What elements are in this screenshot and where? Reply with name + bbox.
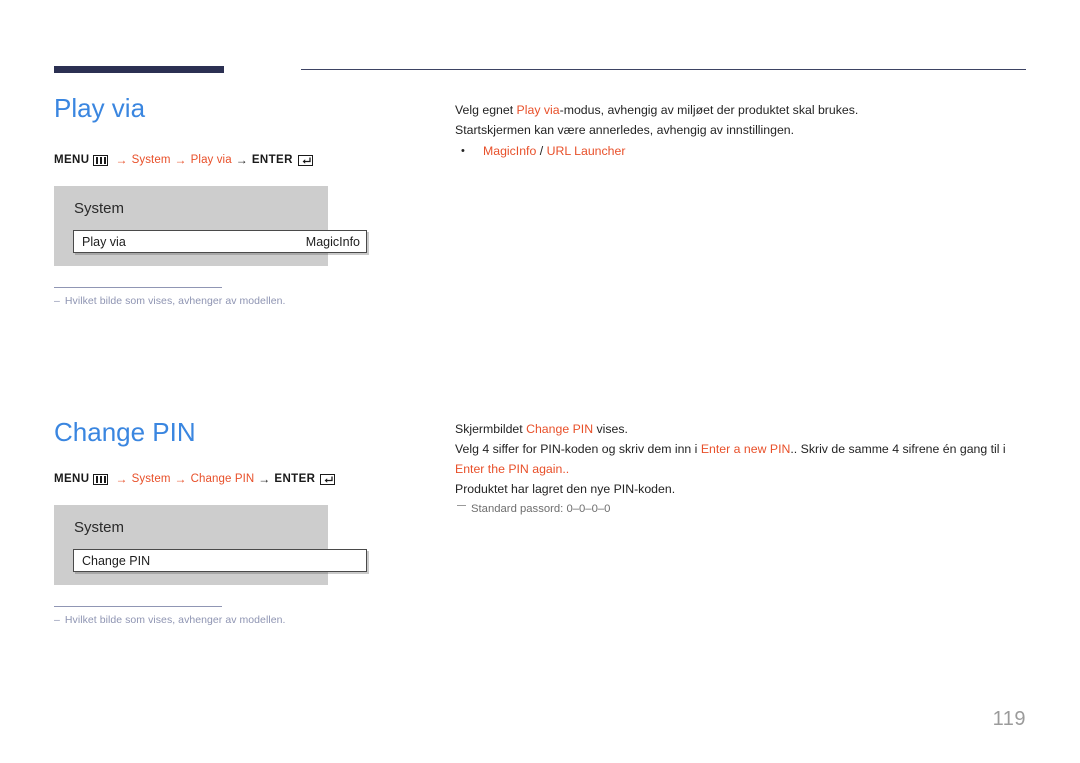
page-number: 119 — [992, 708, 1026, 730]
menu-path-play-via: MENU → System → Play via → ENTER — [54, 153, 444, 167]
menu-path-step-change-pin: Change PIN — [190, 473, 255, 485]
note-dash-icon — [457, 505, 466, 506]
pin-line-3: Produktet har lagret den nye PIN-koden. — [455, 482, 676, 496]
header-rule-thick — [54, 66, 224, 73]
footnote-text: Hvilket bilde som vises, avhenger av mod… — [64, 295, 286, 307]
header-rule-thin — [301, 69, 1026, 70]
section-change-pin-left: Change PIN — [54, 418, 444, 447]
pin-line-1-post: vises. — [593, 422, 628, 436]
body-line-1-pre: Velg egnet — [455, 103, 517, 117]
osd-row-change-pin[interactable]: Change PIN — [73, 549, 367, 572]
bullet-option-magicinfo: MagicInfo — [483, 144, 537, 158]
page-title-play-via: Play via — [54, 93, 146, 123]
footnote-change-pin: – Hvilket bilde som vises, avhenger av mo… — [54, 606, 285, 626]
menu-path-step-system-2: System — [131, 473, 171, 485]
footnote-rule — [54, 287, 222, 288]
menu-path-arrow-1: → — [115, 153, 128, 167]
page-title-change-pin: Change PIN — [54, 417, 196, 447]
pin-field-enter-the-pin-again: Enter the PIN again — [455, 462, 563, 476]
pin-field-enter-a-new-pin: Enter a new PIN — [700, 442, 791, 456]
bullet-dot-icon: • — [461, 145, 465, 157]
menu-path-menu-label-2: MENU — [54, 473, 90, 485]
menu-path-arrow-1-2: → — [115, 472, 128, 486]
footnote-dash-2: – — [54, 614, 60, 626]
menu-path-arrow-2: → — [174, 153, 187, 167]
bullet-text: MagicInfo / URL Launcher — [483, 141, 625, 161]
pin-line-2: Velg 4 siffer for PIN-koden og skriv dem… — [455, 439, 1035, 479]
menu-path-arrow-3-2: → — [258, 472, 271, 486]
header-rules — [54, 66, 1026, 76]
document-page: Play via MENU → System → Play via → ENTE… — [0, 0, 1080, 763]
section-play-via-left: Play via — [54, 94, 444, 123]
body-line-2: Startskjermen kan være annerledes, avhen… — [455, 123, 795, 137]
menu-path-arrow-3: → — [235, 153, 248, 167]
pin-default-password-note: Standard passord: 0–0–0–0 — [455, 500, 1035, 519]
pin-default-password-text: Standard passord: 0–0–0–0 — [471, 503, 611, 515]
menu-path-arrow-2-2: → — [174, 472, 187, 486]
osd-panel-change-pin: System Change PIN — [54, 505, 367, 585]
footnote-text-2: Hvilket bilde som vises, avhenger av mod… — [64, 614, 286, 626]
menu-path-step-play-via: Play via — [190, 154, 232, 166]
footnote-dash: – — [54, 295, 60, 307]
pin-line-2-post: .. — [562, 462, 570, 476]
bullet-slash: / — [536, 144, 547, 158]
footnote-text-row-2: – Hvilket bilde som vises, avhenger av mo… — [54, 614, 285, 626]
osd-row-value: MagicInfo — [305, 234, 360, 249]
body-line-1-post: -modus, avhengig av miljøet der produkte… — [559, 103, 859, 117]
body-bullet-row: • MagicInfo / URL Launcher — [455, 141, 1035, 161]
body-line-1: Velg egnet Play via-modus, avhengig av m… — [455, 100, 1035, 120]
pin-line-1-pre: Skjermbildet — [455, 422, 527, 436]
footnote-rule-2 — [54, 606, 222, 607]
osd-row-label-2: Change PIN — [82, 553, 151, 568]
osd-row-label: Play via — [82, 234, 126, 249]
body-line-1-accent: Play via — [516, 103, 560, 117]
section-change-pin-body: Skjermbildet Change PIN vises. Velg 4 si… — [455, 419, 1035, 519]
osd-panel-title: System — [74, 200, 125, 217]
menu-path-step-system: System — [131, 154, 171, 166]
enter-return-icon — [297, 154, 313, 166]
osd-row-play-via[interactable]: Play via MagicInfo — [73, 230, 367, 253]
pin-line-1-accent: Change PIN — [526, 422, 594, 436]
footnote-text-row: – Hvilket bilde som vises, avhenger av mo… — [54, 295, 285, 307]
menu-grid-icon — [93, 154, 109, 166]
pin-line-2-mid: .. Skriv de samme 4 sifrene én gang til … — [790, 442, 1006, 456]
bullet-option-url-launcher: URL Launcher — [546, 144, 626, 158]
pin-line-1: Skjermbildet Change PIN vises. — [455, 419, 1035, 439]
section-play-via-body: Velg egnet Play via-modus, avhengig av m… — [455, 100, 1035, 161]
menu-path-enter-label: ENTER — [251, 154, 293, 166]
menu-path-enter-label-2: ENTER — [274, 473, 316, 485]
pin-line-2-pre: Velg 4 siffer for PIN-koden og skriv dem… — [455, 442, 701, 456]
osd-panel-play-via: System Play via MagicInfo — [54, 186, 367, 266]
menu-grid-icon — [93, 473, 109, 485]
menu-path-change-pin: MENU → System → Change PIN → ENTER — [54, 472, 444, 486]
osd-panel-title-2: System — [74, 519, 125, 536]
menu-path-menu-label: MENU — [54, 154, 90, 166]
enter-return-icon — [320, 473, 336, 485]
footnote-play-via: – Hvilket bilde som vises, avhenger av mo… — [54, 287, 285, 307]
